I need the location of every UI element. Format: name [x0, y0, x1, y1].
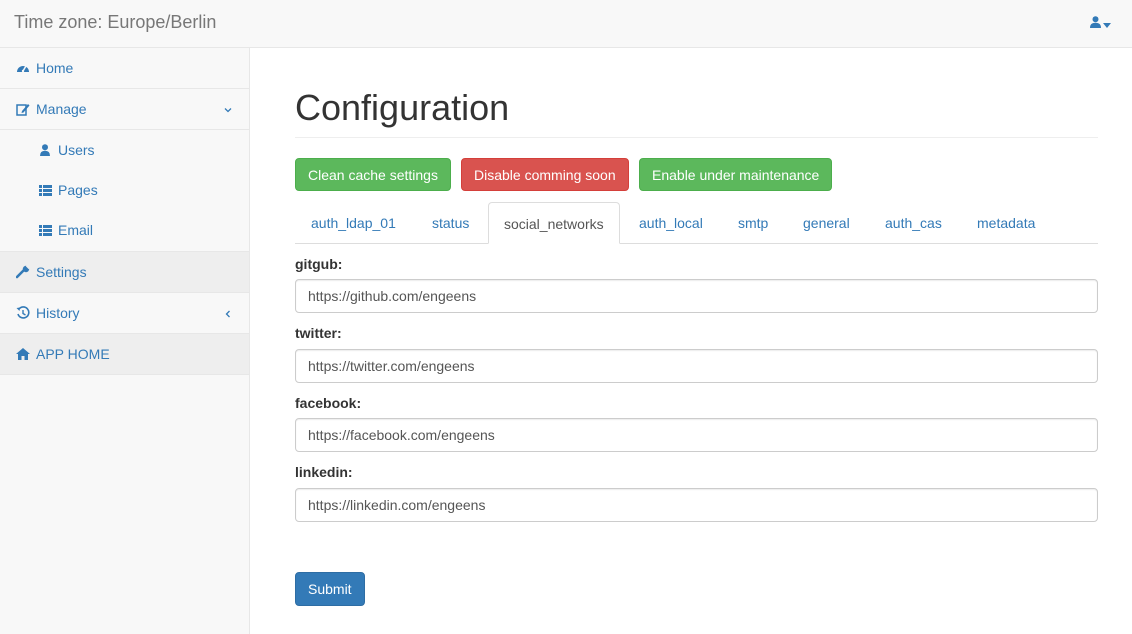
sidebar-item-manage[interactable]: Manage [0, 89, 249, 130]
sidebar-item-email[interactable]: Email [0, 210, 249, 250]
facebook-field[interactable] [295, 418, 1098, 452]
sidebar-item-pages[interactable]: Pages [0, 170, 249, 210]
user-icon [38, 143, 52, 157]
tab-auth-local[interactable]: auth_local [624, 202, 718, 244]
main-content: Configuration Clean cache settings Disab… [250, 48, 1132, 634]
sidebar-item-home[interactable]: Home [0, 48, 249, 89]
sidebar-item-app-home[interactable]: APP HOME [0, 334, 249, 375]
enable-maintenance-button[interactable]: Enable under maintenance [639, 158, 833, 191]
top-navbar: Time zone: Europe/Berlin [0, 0, 1132, 48]
sidebar-item-history[interactable]: History [0, 293, 249, 334]
github-label: gitgub: [295, 256, 343, 272]
tab-auth-cas[interactable]: auth_cas [870, 202, 957, 244]
twitter-field[interactable] [295, 349, 1098, 383]
history-icon [16, 306, 30, 320]
sidebar-item-label: Users [58, 142, 95, 158]
facebook-label: facebook: [295, 395, 362, 411]
tab-metadata[interactable]: metadata [962, 202, 1050, 244]
disable-coming-soon-button[interactable]: Disable comming soon [461, 158, 629, 191]
chevron-left-icon [223, 306, 233, 318]
edit-icon [16, 102, 30, 116]
wrench-icon [16, 265, 30, 279]
timezone-title: Time zone: Europe/Berlin [14, 12, 217, 32]
sidebar-item-users[interactable]: Users [0, 130, 249, 170]
linkedin-field[interactable] [295, 488, 1098, 522]
tab-general[interactable]: general [788, 202, 865, 244]
user-icon [1090, 15, 1101, 31]
chevron-down-icon [223, 102, 233, 113]
dashboard-icon [16, 61, 30, 75]
sidebar-item-label: Pages [58, 182, 98, 198]
caret-down-icon [1103, 15, 1111, 31]
tab-smtp[interactable]: smtp [723, 202, 783, 244]
linkedin-label: linkedin: [295, 464, 353, 480]
tab-status[interactable]: status [417, 202, 484, 244]
sidebar-item-settings[interactable]: Settings [0, 252, 249, 293]
sidebar-item-label: APP HOME [36, 346, 110, 362]
clean-cache-button[interactable]: Clean cache settings [295, 158, 451, 191]
manage-submenu: Users Pages Email [0, 130, 249, 252]
twitter-label: twitter: [295, 325, 342, 341]
tab-auth-ldap-01[interactable]: auth_ldap_01 [296, 202, 411, 244]
sidebar-item-label: Email [58, 222, 94, 238]
github-field[interactable] [295, 279, 1098, 313]
page-title: Configuration [295, 87, 510, 128]
list-icon [38, 183, 52, 197]
user-menu-toggle[interactable] [1090, 15, 1114, 31]
sidebar-item-label: Home [36, 60, 74, 76]
sidebar: Home Manage Users Pages Email Settings H… [0, 48, 250, 634]
tab-social-networks[interactable]: social_networks [488, 202, 620, 244]
sidebar-item-label: History [36, 305, 80, 321]
home-icon [16, 347, 30, 361]
config-tabs: auth_ldap_01 status social_networks auth… [295, 202, 1098, 244]
sidebar-item-label: Settings [36, 264, 87, 280]
sidebar-item-label: Manage [36, 101, 87, 117]
submit-button[interactable]: Submit [295, 572, 365, 606]
list-icon [38, 223, 52, 237]
title-divider [295, 137, 1098, 138]
